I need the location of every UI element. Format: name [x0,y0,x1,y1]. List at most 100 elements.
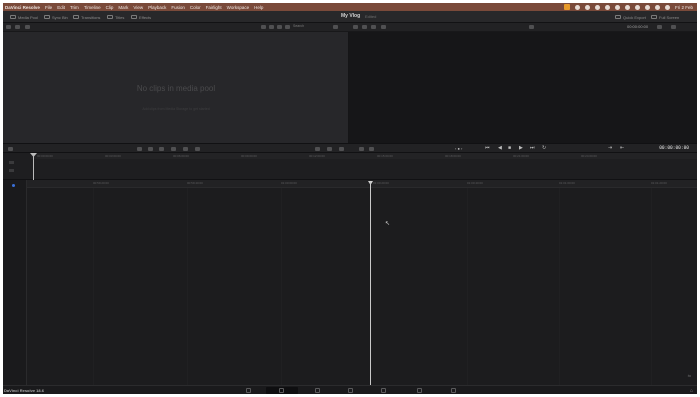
edit-tool-icon[interactable] [8,147,13,151]
insert-clip-icon[interactable] [137,147,142,151]
titles-button[interactable]: Titles [107,13,124,21]
append-icon[interactable] [195,147,200,151]
menu-help[interactable]: Help [254,5,263,10]
place-on-top-icon[interactable] [183,147,188,151]
volume-control[interactable]: ‹ ● › [455,146,462,151]
fusion-page-icon[interactable] [348,388,353,393]
cloud-icon[interactable] [594,4,600,10]
sort-icon[interactable] [285,25,290,29]
recording-icon[interactable] [574,4,580,10]
search-icon[interactable] [644,4,650,10]
track-marker-icon[interactable] [12,184,15,187]
media-pool-button[interactable]: Media Pool [10,13,38,21]
viewer-layout-icon[interactable] [371,25,376,29]
menu-timeline[interactable]: Timeline [84,5,101,10]
viewer-more-icon[interactable] [671,25,676,29]
timeline-option-icon[interactable] [315,147,320,151]
viewer-header: 00:00:00:00 [349,23,697,32]
viewer-dropdown-icon[interactable] [529,25,534,29]
viewer-mode-icon[interactable] [353,25,358,29]
menu-view[interactable]: View [133,5,143,10]
viewer-zoom-icon[interactable] [381,25,386,29]
transitions-button[interactable]: Transitions [73,13,100,21]
bluetooth-icon[interactable] [614,4,620,10]
menu-edit[interactable]: Edit [57,5,65,10]
menu-workspace[interactable]: Workspace [227,5,249,10]
audio-track-icon[interactable] [9,169,14,172]
safe-area-icon[interactable] [359,147,364,151]
sync-bin-button[interactable]: Sync Bin [44,13,68,21]
fairlight-page-icon[interactable] [417,388,422,393]
timeline-option-2-icon[interactable] [327,147,332,151]
viewer-options-icon[interactable] [657,25,662,29]
grid-line [467,188,468,388]
edit-page-icon[interactable] [315,388,320,393]
menu-clock[interactable]: Fri 2 Feb [675,5,693,10]
transitions-icon [73,15,79,19]
fit-to-fill-icon[interactable] [171,147,176,151]
wifi-icon[interactable] [634,4,640,10]
battery-icon[interactable] [604,4,610,10]
upper-timeline-ruler[interactable]: 00:00:00:00 00:03:00:00 00:06:00:00 00:0… [31,153,697,159]
quick-export-button[interactable]: Quick Export [615,13,646,21]
control-center-icon[interactable] [654,4,660,10]
settings-icon[interactable] [584,4,590,10]
list-view-icon[interactable] [277,25,282,29]
page-navigation-bar: DaVinci Resolve 18.6 ⌂ [3,385,697,394]
media-pool-search[interactable]: Search [293,24,304,28]
thumbnail-view-icon[interactable] [269,25,274,29]
metadata-view-icon[interactable] [261,25,266,29]
ruler-label: 01:00:20:00 [373,181,389,185]
effects-button[interactable]: Effects [131,13,151,21]
menu-clip[interactable]: Clip [106,5,114,10]
ruler-label: 00:18:00:00 [445,154,461,158]
deliver-page-icon[interactable] [451,388,456,393]
menu-fairlight[interactable]: Fairlight [206,5,222,10]
app-menu[interactable]: DaVinci Resolve [5,5,40,10]
color-page-icon[interactable] [381,388,386,393]
mouse-cursor-icon: ↖ [385,221,391,227]
loop-icon[interactable]: ↻ [542,146,546,151]
mark-in-icon[interactable]: ⇥ [608,146,612,151]
volume-icon[interactable] [624,4,630,10]
go-to-start-icon[interactable]: ⏮ [485,146,490,151]
upper-playhead[interactable] [33,153,34,180]
play-reverse-icon[interactable]: ◀ [498,146,502,151]
effects-icon [131,15,137,19]
play-icon[interactable]: ▶ [519,146,523,151]
mark-out-icon[interactable]: ⇤ [620,146,624,151]
import-icon[interactable] [15,25,20,29]
menu-fusion[interactable]: Fusion [171,5,185,10]
source-viewer[interactable]: 00:00:00:00 [349,23,697,143]
cut-page-icon[interactable] [279,388,284,393]
menu-trim[interactable]: Trim [70,5,79,10]
upper-timeline[interactable]: 00:00:00:00 00:03:00:00 00:06:00:00 00:0… [3,153,697,180]
replace-clip-icon[interactable] [159,147,164,151]
stop-icon[interactable]: ■ [508,146,511,151]
go-to-end-icon[interactable]: ⏭ [530,146,535,151]
media-pool-label: Media Pool [18,14,39,20]
bin-list-icon[interactable] [6,25,11,29]
notification-icon[interactable] [563,4,570,10]
folder-icon[interactable] [25,25,30,29]
timeline-option-3-icon[interactable] [339,147,344,151]
home-icon[interactable]: ⌂ [690,388,693,394]
siri-icon[interactable] [664,4,670,10]
viewer-split-icon[interactable] [362,25,367,29]
video-track-icon[interactable] [9,161,14,164]
status-tray: Fri 2 Feb [563,3,693,11]
transitions-label: Transitions [81,14,101,20]
overwrite-clip-icon[interactable] [148,147,153,151]
menu-file[interactable]: File [45,5,52,10]
timeline-zoom-icon[interactable]: ⇆ [688,373,691,378]
menu-color[interactable]: Color [190,5,201,10]
menu-mark[interactable]: Mark [118,5,128,10]
full-screen-button[interactable]: Full Screen [651,13,679,21]
audio-meter-icon[interactable] [369,147,374,151]
playhead[interactable] [370,182,371,388]
options-icon[interactable] [333,25,338,29]
lower-timeline-ruler[interactable]: 00:59:20:00 00:59:40:00 01:00:00:00 01:0… [27,180,697,188]
media-page-icon[interactable] [246,388,251,393]
lower-timeline[interactable]: 00:59:20:00 00:59:40:00 01:00:00:00 01:0… [3,180,697,388]
menu-playback[interactable]: Playback [148,5,166,10]
